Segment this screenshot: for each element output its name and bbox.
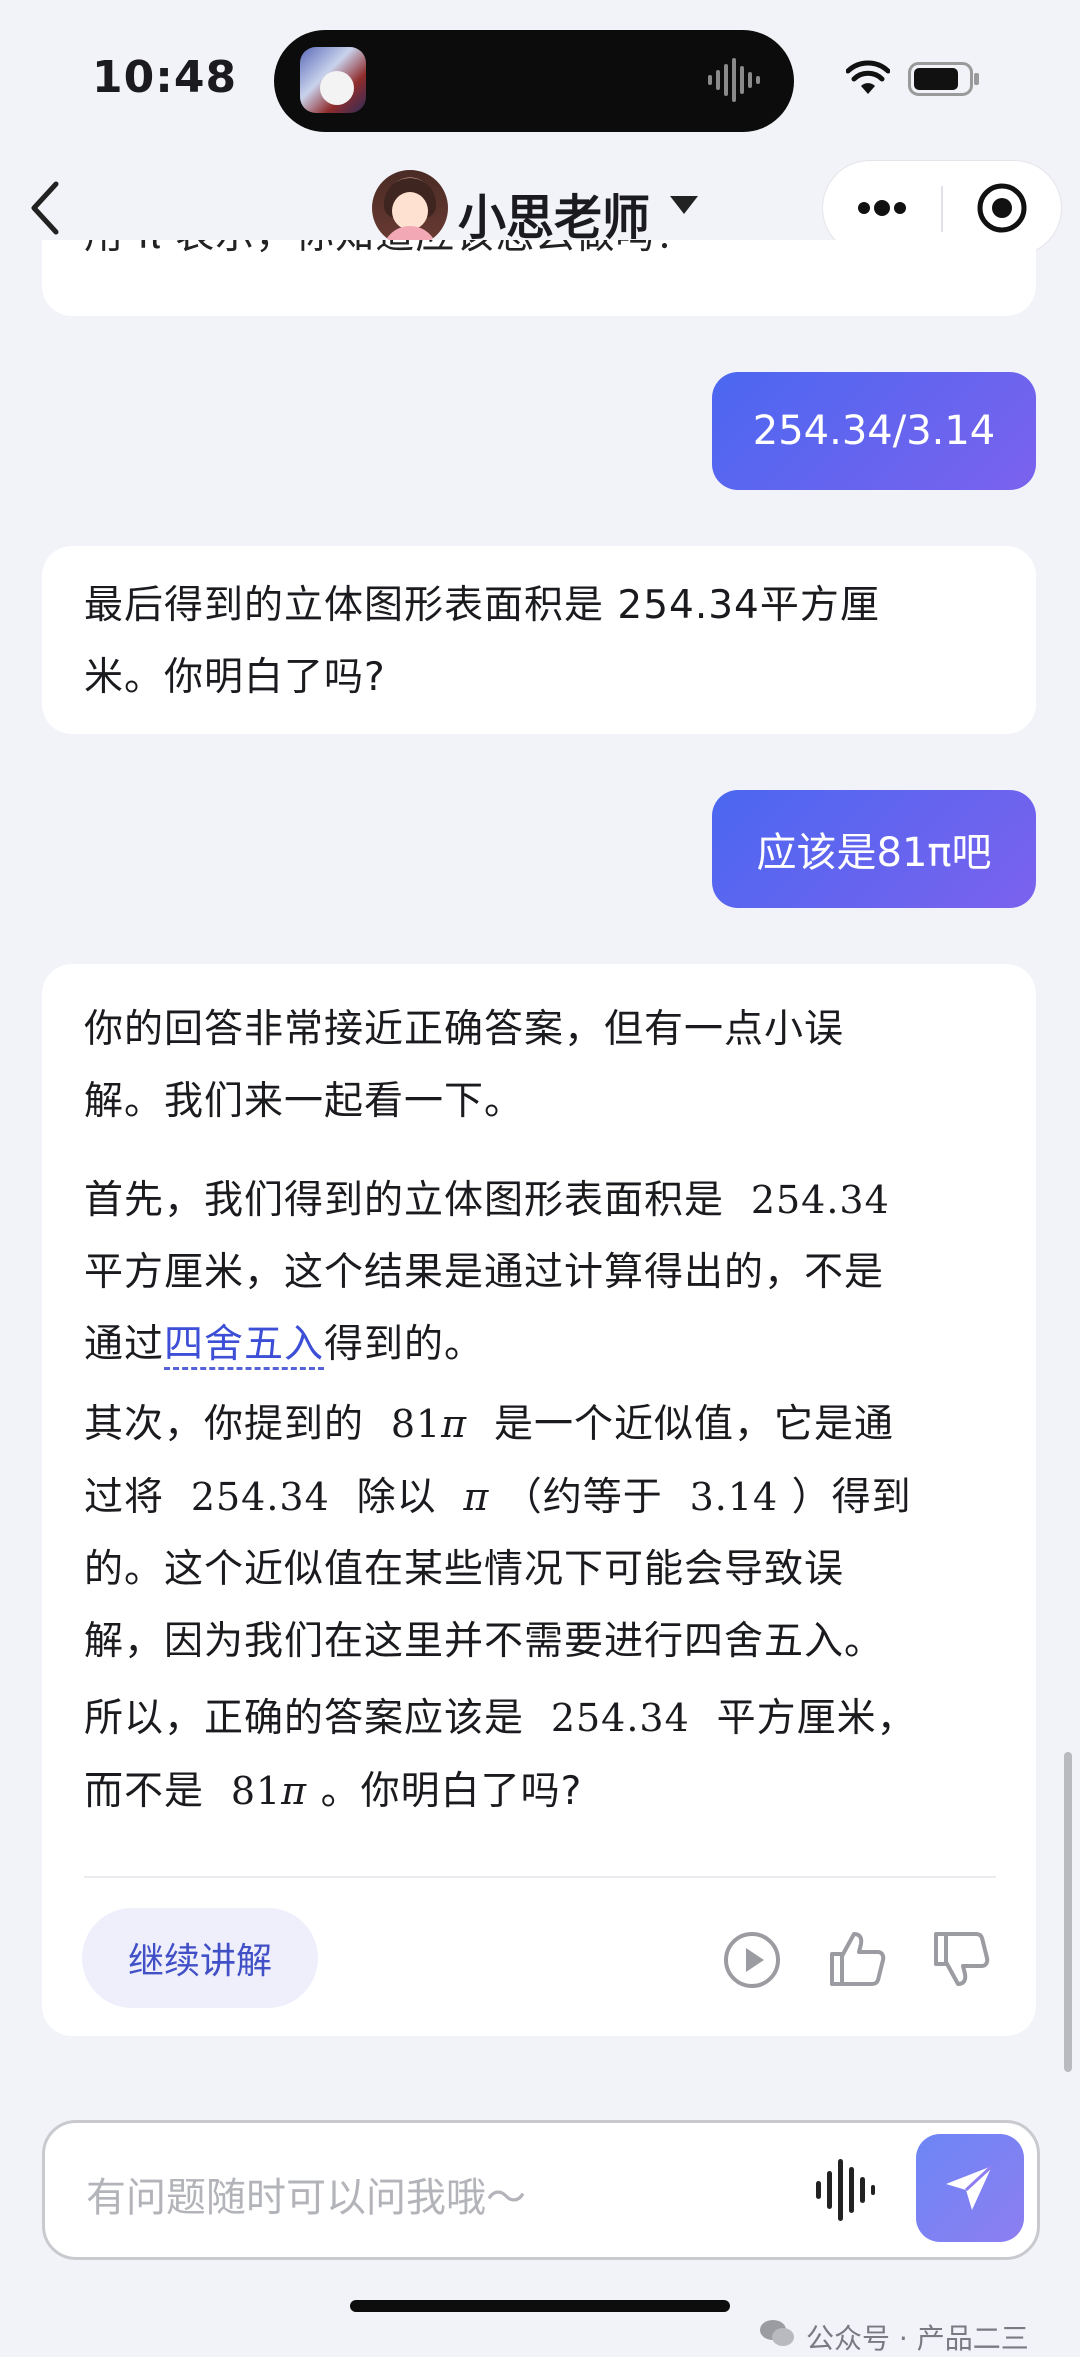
paragraph: 其次，你提到的 81π 是一个近似值，它是通 过将 254.34 除以 π （约… xyxy=(84,1388,1004,1678)
wechat-icon xyxy=(760,2320,794,2346)
text-line: 其次，你提到的 81π 是一个近似值，它是通 xyxy=(84,1388,1004,1461)
user-message-bubble: 254.34/3.14 xyxy=(712,372,1036,490)
text-line: 的。这个近似值在某些情况下可能会导致误 xyxy=(84,1547,845,1592)
ai-message-bubble: 用 π 表示，你知道应该怎么做吗？ xyxy=(42,240,1036,316)
text-line: 而不是 81π 。你明白了吗? xyxy=(84,1755,1004,1828)
text-span: 所以，正确的答案应该是 xyxy=(84,1696,525,1741)
like-icon[interactable] xyxy=(826,1928,888,1990)
dislike-icon[interactable] xyxy=(930,1928,992,1990)
text-line: 过将 254.34 除以 π （约等于 3.14 ）得到 xyxy=(84,1461,1004,1534)
ai-message-text: 最后得到的立体图形表面积是 254.34平方厘 米。你明白了吗? xyxy=(84,570,994,714)
status-time: 10:48 xyxy=(92,52,238,103)
math-symbol: π xyxy=(441,1402,468,1446)
now-playing-thumbnail[interactable] xyxy=(300,47,366,113)
capsule-divider xyxy=(941,186,943,232)
paragraph: 首先，我们得到的立体图形表面积是 254.34 平方厘米，这个结果是通过计算得出… xyxy=(84,1164,1004,1381)
paragraph: 所以，正确的答案应该是 254.34 平方厘米， 而不是 81π 。你明白了吗? xyxy=(84,1682,1004,1828)
page-title[interactable]: 小思老师 xyxy=(458,178,650,248)
send-icon xyxy=(946,2164,994,2210)
text-span: 。你明白了吗? xyxy=(320,1769,583,1814)
close-icon[interactable] xyxy=(975,181,1029,235)
text-span: 是一个近似值，它是通 xyxy=(493,1402,894,1447)
audio-waveform-icon xyxy=(708,58,760,102)
continue-explain-button[interactable]: 继续讲解 xyxy=(82,1908,318,2008)
send-button[interactable] xyxy=(916,2134,1024,2242)
text-span: 首先，我们得到的立体图形表面积是 xyxy=(84,1178,725,1223)
ai-message-bubble: 最后得到的立体图形表面积是 254.34平方厘 米。你明白了吗? xyxy=(42,546,1036,734)
watermark: 公众号 · 产品二三 xyxy=(806,2322,1029,2355)
math-number: 81 xyxy=(230,1769,282,1813)
math-expression: 81π xyxy=(231,1769,307,1813)
text-span: （约等于 xyxy=(502,1475,663,1520)
text-span: 平方厘米， xyxy=(716,1696,917,1741)
text-span: 通过 xyxy=(84,1322,165,1367)
user-message-bubble: 应该是81π吧 xyxy=(712,790,1036,908)
voice-icon[interactable] xyxy=(812,2155,878,2225)
text-span: 过将 xyxy=(84,1475,165,1520)
text-span: 而不是 xyxy=(84,1769,205,1814)
home-indicator xyxy=(350,2300,730,2312)
term-link[interactable]: 四舍五入 xyxy=(164,1322,325,1370)
math-expression: 254.34 xyxy=(750,1178,890,1222)
battery-icon xyxy=(908,62,979,96)
text-span: 其次，你提到的 xyxy=(84,1402,365,1447)
wifi-icon xyxy=(846,60,890,94)
math-expression: 254.34 xyxy=(550,1696,690,1740)
math-symbol: π xyxy=(281,1769,308,1813)
text-line: 解。我们来一起看一下。 xyxy=(84,1079,525,1124)
avatar[interactable] xyxy=(372,170,448,246)
divider xyxy=(84,1876,996,1878)
text-line: 首先，我们得到的立体图形表面积是 254.34 xyxy=(84,1164,1004,1237)
text-line: 通过四舍五入得到的。 xyxy=(84,1309,1004,1381)
chevron-down-icon[interactable] xyxy=(670,196,698,214)
text-line: 最后得到的立体图形表面积是 254.34平方厘 xyxy=(84,583,880,628)
math-expression: 3.14 xyxy=(689,1475,779,1519)
scrollbar[interactable] xyxy=(1064,1752,1072,2072)
play-icon[interactable] xyxy=(722,1930,782,1990)
ai-message-text: 用 π 表示，你知道应该怎么做吗？ xyxy=(84,240,695,272)
text-line: 你的回答非常接近正确答案，但有一点小误 xyxy=(84,1007,845,1052)
math-symbol: π xyxy=(463,1475,490,1519)
text-line: 平方厘米，这个结果是通过计算得出的，不是 xyxy=(84,1250,885,1295)
math-expression: π xyxy=(463,1475,489,1519)
more-icon[interactable] xyxy=(852,186,912,230)
back-icon[interactable] xyxy=(22,176,70,240)
math-expression: 81π xyxy=(391,1402,467,1446)
text-line: 所以，正确的答案应该是 254.34 平方厘米， xyxy=(84,1682,1004,1755)
message-input-placeholder[interactable]: 有问题随时可以问我哦～ xyxy=(86,2165,526,2223)
text-line: 解，因为我们在这里并不需要进行四舍五入。 xyxy=(84,1619,885,1664)
math-number: 81 xyxy=(390,1402,442,1446)
text-line: 米。你明白了吗? xyxy=(84,655,386,700)
paragraph: 你的回答非常接近正确答案，但有一点小误 解。我们来一起看一下。 xyxy=(84,994,1004,1138)
text-span: 得到的。 xyxy=(324,1322,485,1367)
math-expression: 254.34 xyxy=(190,1475,330,1519)
text-span: 除以 xyxy=(356,1475,437,1520)
text-span: ）得到 xyxy=(791,1475,912,1520)
